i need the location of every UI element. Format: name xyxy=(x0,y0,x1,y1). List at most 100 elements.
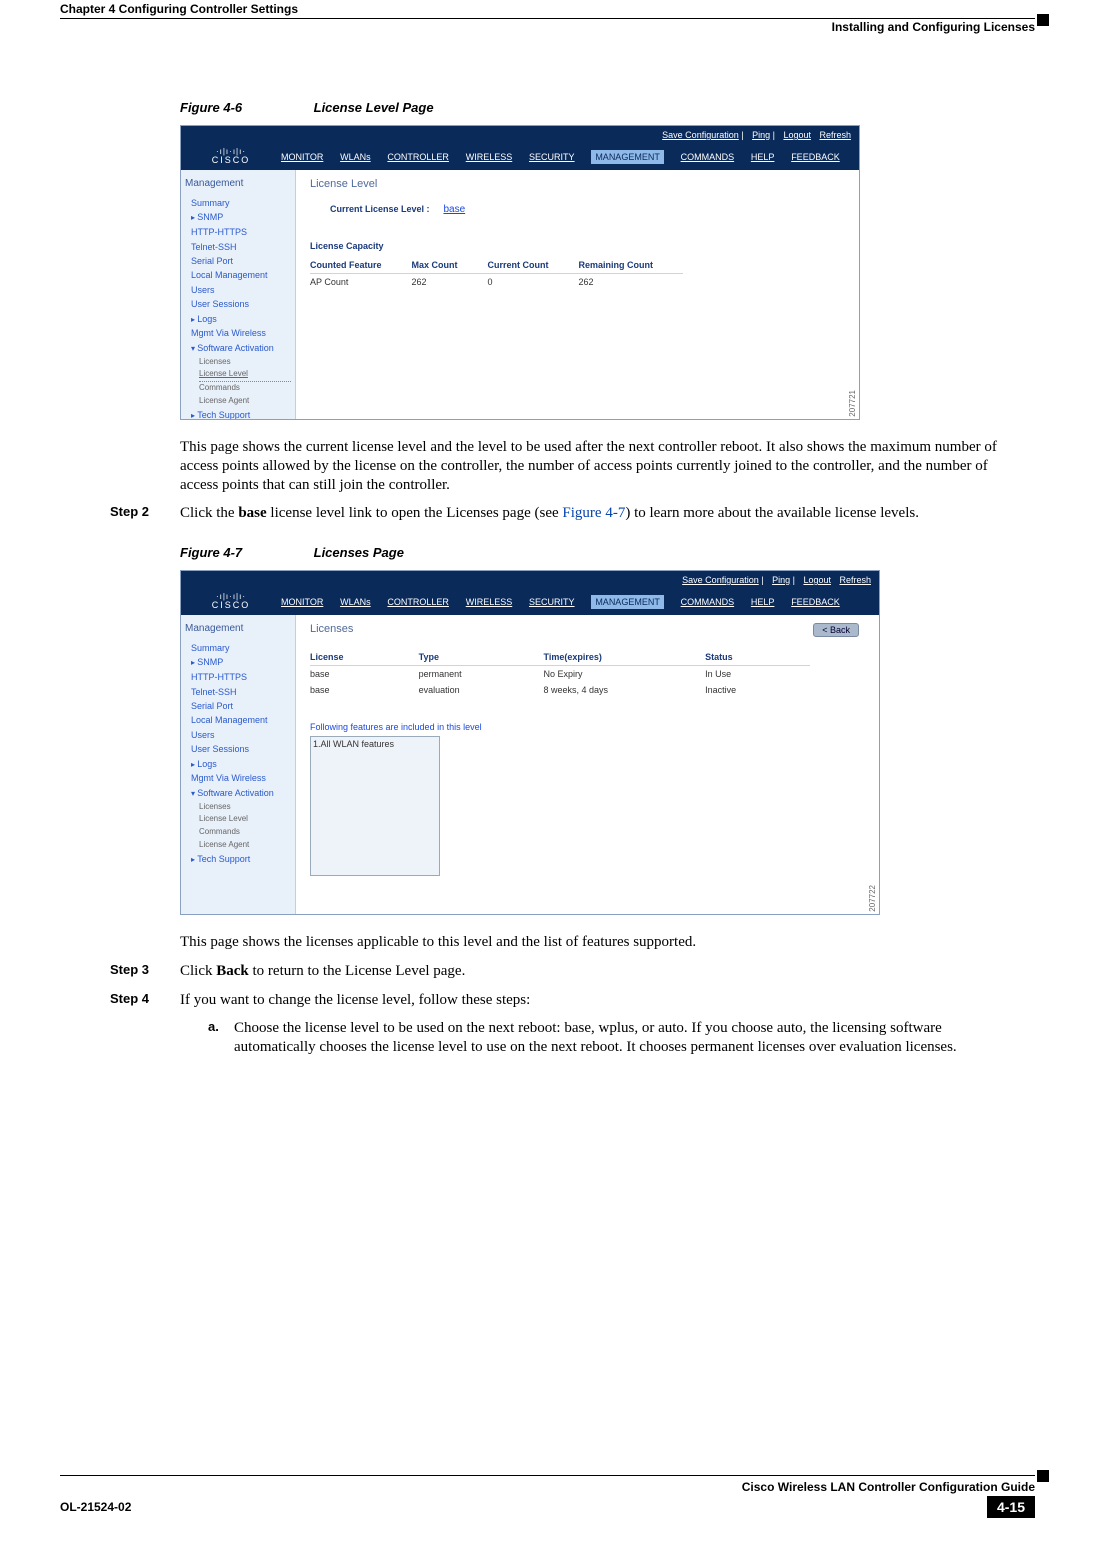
sidebar-title-2: Management xyxy=(185,621,291,637)
sidebar-item-software-activation-2[interactable]: Software Activation xyxy=(191,786,291,801)
figure-6-number: Figure 4-6 xyxy=(180,100,310,115)
header-tick xyxy=(1037,14,1049,26)
save-config-link[interactable]: Save Configuration xyxy=(662,130,739,140)
page-title-license-level: License Level xyxy=(310,178,845,190)
figure-7-screenshot: Save Configuration | Ping | Logout Refre… xyxy=(180,570,880,915)
sidebar-item-summary-2[interactable]: Summary xyxy=(191,641,291,655)
nav-help[interactable]: HELP xyxy=(751,152,775,162)
nav-help-2[interactable]: HELP xyxy=(751,597,775,607)
step-2-label: Step 2 xyxy=(110,504,180,519)
cap-cell-max: 262 xyxy=(412,274,488,291)
cap-hdr-feature: Counted Feature xyxy=(310,257,412,274)
sidebar-item-summary[interactable]: Summary xyxy=(191,196,291,210)
nav-feedback[interactable]: FEEDBACK xyxy=(791,152,840,162)
features-listbox[interactable]: 1.All WLAN features xyxy=(310,736,440,876)
nav-controller[interactable]: CONTROLLER xyxy=(387,152,449,162)
sidebar-sub-license-agent-2[interactable]: License Agent xyxy=(199,839,291,852)
sub-a-pre: Choose the license level to be used on t… xyxy=(234,1020,564,1036)
shot7-navrow: ·ı|ı·ı|ı· CISCO MONITOR WLANs CONTROLLER… xyxy=(181,589,879,615)
lic-hdr-time: Time(expires) xyxy=(543,649,705,666)
shot6-sidebar: Management Summary SNMP HTTP-HTTPS Telne… xyxy=(181,170,296,419)
sidebar-item-user-sessions-2[interactable]: User Sessions xyxy=(191,742,291,756)
step-3-pre: Click xyxy=(180,963,216,979)
current-license-level-link[interactable]: base xyxy=(443,204,465,215)
step-3-text: Click Back to return to the License Leve… xyxy=(180,962,465,981)
figure-7-code: 207722 xyxy=(868,885,877,912)
nav-wlans[interactable]: WLANs xyxy=(340,152,371,162)
nav-wlans-2[interactable]: WLANs xyxy=(340,597,371,607)
shot6-nav: MONITOR WLANs CONTROLLER WIRELESS SECURI… xyxy=(281,152,854,163)
shot7-main: Licenses < Back License Type Time(expire… xyxy=(296,615,879,914)
nav-monitor[interactable]: MONITOR xyxy=(281,152,323,162)
cap-hdr-remaining: Remaining Count xyxy=(579,257,684,274)
nav-commands-2[interactable]: COMMANDS xyxy=(681,597,735,607)
nav-security[interactable]: SECURITY xyxy=(529,152,575,162)
lic-cell: Inactive xyxy=(705,682,809,698)
step-2-bold: base xyxy=(238,505,266,521)
lic-row-1: base permanent No Expiry In Use xyxy=(310,666,810,683)
sub-a-c1: , xyxy=(591,1020,599,1036)
lic-cell: permanent xyxy=(419,666,544,683)
logout-link-2[interactable]: Logout xyxy=(803,575,831,585)
save-config-link-2[interactable]: Save Configuration xyxy=(682,575,759,585)
footer-doc-title: Cisco Wireless LAN Controller Configurat… xyxy=(60,1480,1035,1494)
figure-6-title: License Level Page xyxy=(314,100,434,115)
chapter-header-right: Installing and Configuring Licenses xyxy=(832,20,1035,34)
sidebar-sub-licenses-2[interactable]: Licenses xyxy=(199,801,291,814)
sidebar-item-telnet-2[interactable]: Telnet-SSH xyxy=(191,685,291,699)
cap-hdr-current: Current Count xyxy=(488,257,579,274)
current-license-level-label: Current License Level : xyxy=(330,204,430,214)
nav-feedback-2[interactable]: FEEDBACK xyxy=(791,597,840,607)
sidebar-item-logs[interactable]: Logs xyxy=(191,312,291,327)
sidebar-sub-licenses[interactable]: Licenses xyxy=(199,356,291,369)
nav-controller-2[interactable]: CONTROLLER xyxy=(387,597,449,607)
nav-wireless-2[interactable]: WIRELESS xyxy=(466,597,513,607)
sidebar-item-snmp-2[interactable]: SNMP xyxy=(191,655,291,670)
ping-link[interactable]: Ping xyxy=(752,130,770,140)
sidebar-sub-license-level[interactable]: License Level xyxy=(199,368,291,382)
step-3-bold: Back xyxy=(216,963,249,979)
cap-hdr-max: Max Count xyxy=(412,257,488,274)
logout-link[interactable]: Logout xyxy=(783,130,811,140)
nav-commands[interactable]: COMMANDS xyxy=(681,152,735,162)
sidebar-item-software-activation[interactable]: Software Activation xyxy=(191,341,291,356)
nav-wireless[interactable]: WIRELESS xyxy=(466,152,513,162)
nav-management[interactable]: MANAGEMENT xyxy=(591,150,664,164)
sidebar-sub-commands[interactable]: Commands xyxy=(199,382,291,395)
sidebar-item-tech-support[interactable]: Tech Support xyxy=(191,408,291,419)
nav-security-2[interactable]: SECURITY xyxy=(529,597,575,607)
back-button[interactable]: < Back xyxy=(813,623,859,637)
refresh-link-2[interactable]: Refresh xyxy=(839,575,871,585)
sidebar-item-http-2[interactable]: HTTP-HTTPS xyxy=(191,670,291,684)
sidebar-item-snmp[interactable]: SNMP xyxy=(191,210,291,225)
sidebar-item-telnet[interactable]: Telnet-SSH xyxy=(191,240,291,254)
sidebar-item-mgmt-wireless[interactable]: Mgmt Via Wireless xyxy=(191,326,291,340)
footer-page-number: 4-15 xyxy=(987,1496,1035,1518)
paragraph-after-fig6: This page shows the current license leve… xyxy=(180,438,1010,494)
sidebar-item-serial-2[interactable]: Serial Port xyxy=(191,699,291,713)
lic-hdr-license: License xyxy=(310,649,419,666)
figure-7-number: Figure 4-7 xyxy=(180,545,310,560)
chapter-header-left: Chapter 4 Configuring Controller Setting… xyxy=(60,2,298,16)
figure-4-7-xref[interactable]: Figure 4-7 xyxy=(562,505,625,521)
cisco-logo-text: CISCO xyxy=(212,155,251,165)
sidebar-item-serial[interactable]: Serial Port xyxy=(191,254,291,268)
sidebar-item-mgmt-wireless-2[interactable]: Mgmt Via Wireless xyxy=(191,771,291,785)
lic-cell: base xyxy=(310,666,419,683)
sidebar-item-user-sessions[interactable]: User Sessions xyxy=(191,297,291,311)
nav-management-2[interactable]: MANAGEMENT xyxy=(591,595,664,609)
step-3-label: Step 3 xyxy=(110,962,180,977)
sidebar-item-local-users-2[interactable]: Local Management Users xyxy=(191,713,291,742)
sidebar-sub-license-agent[interactable]: License Agent xyxy=(199,395,291,408)
sidebar-item-tech-support-2[interactable]: Tech Support xyxy=(191,852,291,867)
sidebar-item-http[interactable]: HTTP-HTTPS xyxy=(191,225,291,239)
sidebar-item-logs-2[interactable]: Logs xyxy=(191,757,291,772)
nav-monitor-2[interactable]: MONITOR xyxy=(281,597,323,607)
sidebar-item-local-users[interactable]: Local Management Users xyxy=(191,268,291,297)
refresh-link[interactable]: Refresh xyxy=(819,130,851,140)
sub-a-b3: auto xyxy=(658,1020,684,1036)
ping-link-2[interactable]: Ping xyxy=(772,575,790,585)
sidebar-sub-license-level-2[interactable]: License Level xyxy=(199,813,291,826)
licenses-table: License Type Time(expires) Status base p… xyxy=(310,649,810,698)
sidebar-sub-commands-2[interactable]: Commands xyxy=(199,826,291,839)
